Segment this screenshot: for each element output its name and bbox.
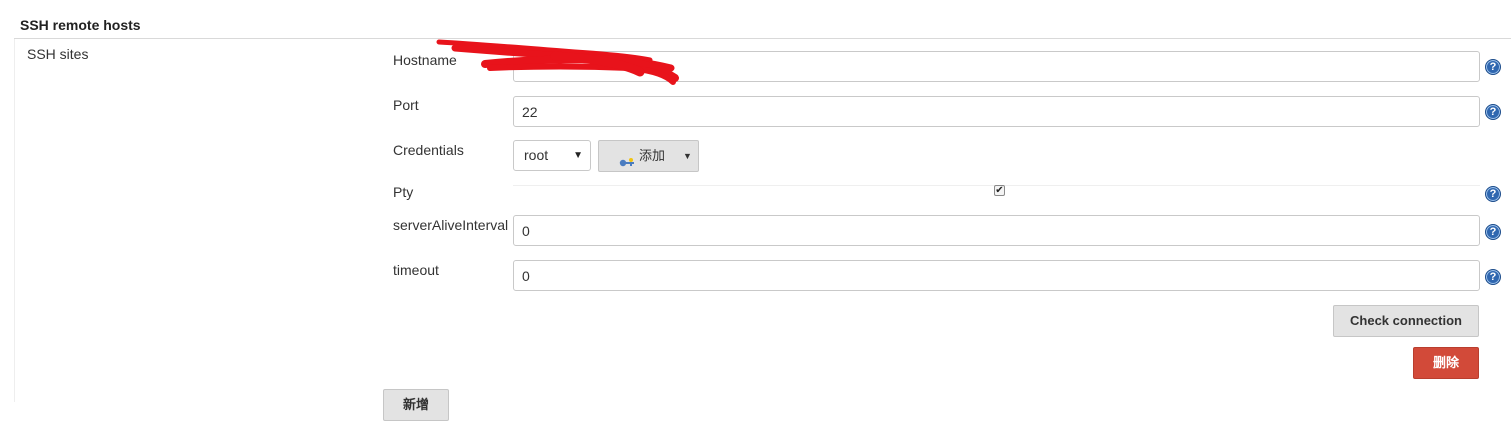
select-arrow-icon: ▼ — [573, 150, 583, 161]
timeout-help-icon[interactable]: ? — [1485, 269, 1501, 285]
server-alive-interval-input[interactable] — [513, 215, 1480, 246]
port-label: Port — [393, 97, 419, 113]
pty-help-icon[interactable]: ? — [1485, 186, 1501, 202]
add-credentials-button[interactable]: 添加 ▼ — [598, 140, 699, 172]
checkmark-icon: ✔ — [995, 185, 1004, 196]
timeout-input[interactable] — [513, 260, 1480, 291]
timeout-label: timeout — [393, 262, 439, 278]
credentials-select[interactable]: root ▼ — [513, 140, 591, 171]
credentials-label: Credentials — [393, 142, 464, 158]
key-icon — [619, 149, 635, 179]
ssh-sites-label: SSH sites — [27, 46, 89, 62]
chevron-down-icon: ▼ — [683, 151, 692, 161]
section-divider — [14, 38, 1511, 39]
port-help-icon[interactable]: ? — [1485, 104, 1501, 120]
pty-checkbox[interactable]: ✔ — [994, 185, 1005, 196]
credentials-selected-value: root — [524, 147, 549, 163]
server-alive-interval-label: serverAliveInterval — [393, 217, 509, 233]
delete-button[interactable]: 删除 — [1413, 347, 1479, 379]
redaction-mark — [436, 39, 679, 85]
hostname-help-icon[interactable]: ? — [1485, 59, 1501, 75]
section-title: SSH remote hosts — [20, 17, 141, 33]
add-site-button[interactable]: 新增 — [383, 389, 449, 421]
check-connection-button[interactable]: Check connection — [1333, 305, 1479, 337]
pty-label: Pty — [393, 184, 414, 200]
add-credentials-label: 添加 — [639, 148, 666, 163]
server-alive-interval-help-icon[interactable]: ? — [1485, 224, 1501, 240]
port-input[interactable] — [513, 96, 1480, 127]
group-border — [14, 39, 15, 402]
